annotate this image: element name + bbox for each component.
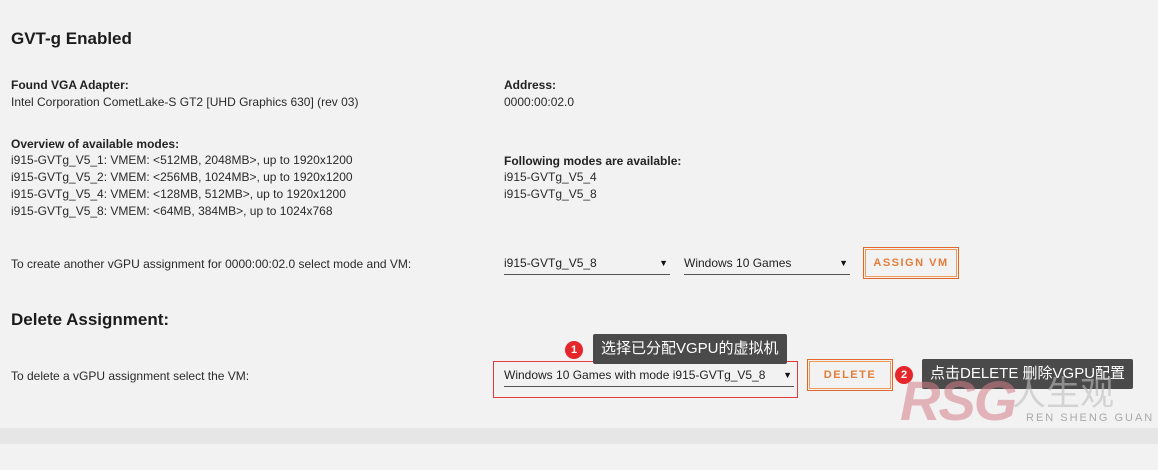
watermark-en: REN SHENG GUAN: [1026, 412, 1155, 424]
vm-select[interactable]: Windows 10 Games ▼: [684, 253, 850, 275]
mode-select[interactable]: i915-GVTg_V5_8 ▼: [504, 253, 670, 275]
create-instruction: To create another vGPU assignment for 00…: [11, 257, 412, 271]
mode-line: i915-GVTg_V5_1: VMEM: <512MB, 2048MB>, u…: [11, 153, 353, 167]
triangle-down-icon: ▼: [783, 370, 792, 380]
found-label: Found VGA Adapter:: [11, 78, 129, 92]
delete-select-value: Windows 10 Games with mode i915-GVTg_V5_…: [504, 368, 766, 382]
address-value: 0000:00:02.0: [504, 95, 575, 109]
available-mode: i915-GVTg_V5_8: [504, 187, 597, 201]
delete-vm-select[interactable]: Windows 10 Games with mode i915-GVTg_V5_…: [504, 365, 794, 387]
mode-line: i915-GVTg_V5_8: VMEM: <64MB, 384MB>, up …: [11, 204, 333, 218]
delete-title: Delete Assignment:: [11, 310, 170, 329]
annotation-badge-1: 1: [565, 341, 583, 359]
following-label: Following modes are available:: [504, 154, 682, 168]
found-value: Intel Corporation CometLake-S GT2 [UHD G…: [11, 95, 359, 109]
available-mode: i915-GVTg_V5_4: [504, 170, 597, 184]
assign-vm-button[interactable]: ASSIGN VM: [863, 247, 959, 279]
gvt-title: GVT-g Enabled: [11, 29, 132, 48]
vm-select-value: Windows 10 Games: [684, 256, 792, 270]
watermark-cn: 人生观: [1012, 375, 1114, 413]
mode-select-value: i915-GVTg_V5_8: [504, 256, 597, 270]
delete-instruction: To delete a vGPU assignment select the V…: [11, 369, 250, 383]
address-label: Address:: [504, 78, 557, 92]
triangle-down-icon: ▼: [839, 258, 848, 268]
mode-line: i915-GVTg_V5_2: VMEM: <256MB, 1024MB>, u…: [11, 170, 353, 184]
triangle-down-icon: ▼: [659, 258, 668, 268]
watermark-logo: RSG: [900, 369, 1017, 432]
mode-line: i915-GVTg_V5_4: VMEM: <128MB, 512MB>, up…: [11, 187, 346, 201]
overview-label: Overview of available modes:: [11, 137, 180, 151]
delete-button[interactable]: DELETE: [807, 359, 893, 391]
annotation-callout-1: 选择已分配VGPU的虚拟机: [593, 334, 787, 364]
